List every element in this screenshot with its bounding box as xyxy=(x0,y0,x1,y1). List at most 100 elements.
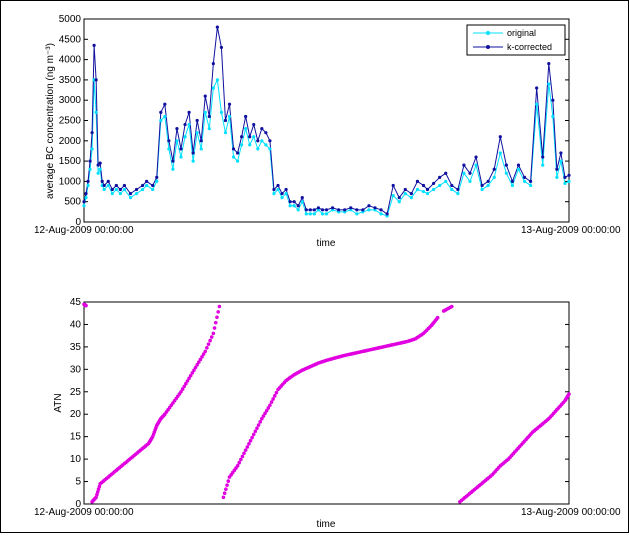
data-point-k-corrected xyxy=(128,191,133,196)
data-point-k-corrected xyxy=(535,86,539,90)
data-point-k-corrected xyxy=(122,183,127,188)
data-point-original xyxy=(191,159,195,163)
data-point-k-corrected xyxy=(276,183,280,188)
data-point-original xyxy=(367,208,371,212)
atn-point xyxy=(237,460,241,465)
data-point-k-corrected xyxy=(498,135,502,139)
data-point-original xyxy=(84,196,88,200)
data-point-original xyxy=(199,147,203,151)
data-point-original xyxy=(421,189,426,194)
data-point-original xyxy=(312,212,316,216)
data-point-original xyxy=(98,167,102,171)
y-tick-label: 4000 xyxy=(59,55,82,66)
data-point-original xyxy=(292,204,296,208)
data-point-k-corrected xyxy=(292,200,296,204)
data-point-original xyxy=(480,187,484,192)
data-point-k-corrected xyxy=(167,139,171,143)
data-point-k-corrected xyxy=(300,196,304,200)
atn-point xyxy=(212,326,217,330)
data-point-original xyxy=(159,118,163,123)
y-tick-label: 40 xyxy=(70,319,82,330)
data-point-k-corrected xyxy=(529,179,533,183)
data-point-original xyxy=(110,191,114,196)
data-point-original xyxy=(284,191,288,196)
data-point-original xyxy=(114,187,118,192)
legend-label-k-corrected: k-corrected xyxy=(507,42,552,52)
y-tick-label: 1000 xyxy=(59,176,82,187)
atn-point xyxy=(274,390,279,395)
data-point-original xyxy=(145,183,149,188)
data-point-k-corrected xyxy=(151,183,155,188)
atn-point xyxy=(435,315,440,320)
data-point-k-corrected xyxy=(203,94,207,98)
data-point-k-corrected xyxy=(227,102,232,106)
data-point-original xyxy=(559,159,563,163)
data-point-k-corrected xyxy=(320,208,325,212)
atn-point xyxy=(239,457,243,462)
data-point-original xyxy=(268,147,272,151)
figure-window: 0 500 1000 1500 2000 2500 3000 3500 4000 4500 5000… xyxy=(0,0,629,533)
data-point-original xyxy=(522,179,527,183)
data-point-original xyxy=(88,167,92,171)
data-point-original xyxy=(462,171,466,175)
data-point-k-corrected xyxy=(516,163,521,167)
data-point-k-corrected xyxy=(207,114,211,119)
data-point-original xyxy=(264,143,268,147)
data-point-k-corrected xyxy=(98,161,102,165)
data-point-original xyxy=(195,131,199,135)
plot-area xyxy=(83,301,570,505)
data-point-original xyxy=(252,135,256,139)
data-point-original xyxy=(141,187,145,192)
data-point-original xyxy=(187,122,191,127)
data-point-k-corrected xyxy=(134,187,139,192)
data-point-k-corrected xyxy=(199,139,203,143)
data-point-original xyxy=(175,139,179,143)
data-point-original xyxy=(486,183,490,188)
data-point-original xyxy=(215,78,219,82)
atn-point xyxy=(225,483,229,487)
data-point-k-corrected xyxy=(547,62,551,66)
data-point-original xyxy=(90,147,94,151)
data-point-k-corrected xyxy=(563,175,567,179)
data-point-k-corrected xyxy=(223,118,228,123)
atn-point xyxy=(269,400,274,404)
data-point-k-corrected xyxy=(94,78,98,82)
data-point-original xyxy=(244,127,248,131)
data-point-k-corrected xyxy=(379,208,383,212)
data-point-k-corrected xyxy=(284,187,288,192)
data-point-k-corrected xyxy=(264,131,268,135)
data-point-k-corrected xyxy=(219,45,224,50)
data-point-original xyxy=(171,167,175,171)
data-point-original xyxy=(456,191,460,196)
data-point-k-corrected xyxy=(235,151,240,155)
atn-point xyxy=(206,342,211,346)
data-point-k-corrected xyxy=(82,200,86,204)
data-point-k-corrected xyxy=(312,208,316,212)
data-point-k-corrected xyxy=(163,102,167,106)
y-tick-label: 500 xyxy=(64,197,81,208)
data-point-k-corrected xyxy=(252,122,256,127)
y-tick-label: 20 xyxy=(70,409,82,420)
data-point-original xyxy=(444,179,448,183)
data-point-k-corrected xyxy=(248,135,252,139)
data-point-k-corrected xyxy=(462,163,466,167)
data-point-k-corrected xyxy=(288,200,292,204)
data-point-k-corrected xyxy=(559,151,563,155)
data-point-k-corrected xyxy=(324,208,329,212)
data-point-k-corrected xyxy=(280,191,284,196)
x-tick-label-end: 13-Aug-2009 00:00:00 xyxy=(521,507,621,518)
data-point-k-corrected xyxy=(272,187,276,192)
atn-point xyxy=(256,423,261,427)
data-point-original xyxy=(240,143,244,147)
figure-canvas: 0500100015002000250030003500400045005000… xyxy=(34,14,621,530)
data-point-k-corrected xyxy=(551,98,555,102)
data-point-original xyxy=(296,208,300,212)
atn-point xyxy=(235,464,240,468)
data-point-original xyxy=(541,163,545,167)
data-point-original xyxy=(227,114,232,119)
data-point-k-corrected xyxy=(480,183,484,188)
data-point-original xyxy=(235,159,240,163)
data-point-k-corrected xyxy=(187,110,191,114)
atn-point xyxy=(213,320,218,325)
data-point-k-corrected xyxy=(268,139,272,143)
